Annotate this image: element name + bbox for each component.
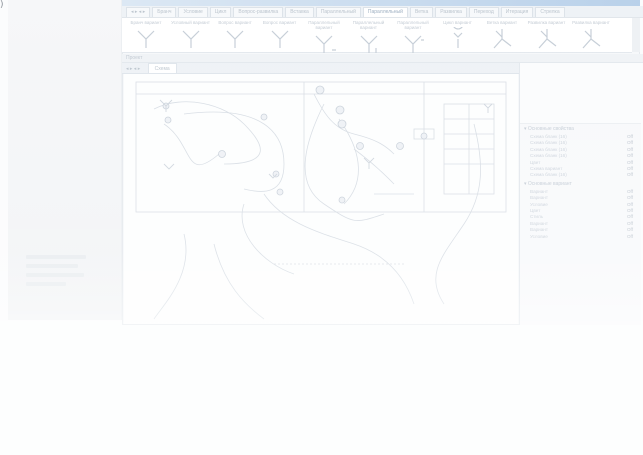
fork-icon xyxy=(226,30,244,48)
palette-item[interactable]: Параллельный вариант xyxy=(349,18,389,53)
branch-icon xyxy=(538,29,556,49)
fork-icon xyxy=(137,30,155,48)
loop-icon xyxy=(452,27,463,48)
palette-item[interactable]: Вопрос вариант xyxy=(260,18,300,52)
connector xyxy=(435,123,481,305)
left-note-placeholder xyxy=(26,250,96,291)
diagram-node xyxy=(260,113,268,121)
palette-item[interactable]: Бранч вариант xyxy=(126,18,166,52)
fork-4-icon xyxy=(404,35,424,53)
ribbon-tab[interactable]: Параллельный xyxy=(362,7,408,17)
palette-item[interactable]: Цикл вариант xyxy=(438,18,478,52)
diagram-node xyxy=(338,196,346,204)
nav-arrows-icon[interactable]: ◂ ▸ ◂ ▸ xyxy=(126,66,140,72)
palette-item[interactable]: Развилка вариант xyxy=(527,18,567,52)
palette-item-label: Параллельный вариант xyxy=(308,20,340,30)
palette-item-label: Параллельный вариант xyxy=(352,20,385,30)
palette-item[interactable]: Ветка вариант xyxy=(482,18,522,52)
ribbon-tab[interactable]: Стрелка xyxy=(535,7,565,17)
palette-item[interactable]: Параллельный вариант xyxy=(393,18,433,53)
palette-item-label: Бранч вариант xyxy=(130,20,162,25)
property-row[interactable]: Условие Off xyxy=(520,234,641,240)
ribbon-tab[interactable]: ◂ ▸ ◂ ▸ xyxy=(126,7,151,17)
connector xyxy=(183,111,285,192)
diagram-node xyxy=(420,132,428,140)
ribbon-tab[interactable]: Развилка xyxy=(435,7,467,17)
diagram-node xyxy=(335,105,345,115)
palette-item-label: Вопрос вариант xyxy=(218,20,252,25)
palette-item-label: Развилка вариант xyxy=(527,20,566,25)
ribbon-tab[interactable]: Вставка xyxy=(285,7,314,17)
properties-header xyxy=(520,63,641,124)
document-tab-bar: ◂ ▸ ◂ ▸ Схема xyxy=(122,63,522,74)
property-group-title[interactable]: ▾ Основные вариант xyxy=(520,179,641,189)
fork-2-icon xyxy=(315,35,336,53)
palette-item[interactable]: Развилка вариант xyxy=(571,18,611,52)
connector xyxy=(241,203,295,275)
shape-palette: Бранч вариант Условный вариант Вопрос вари… xyxy=(122,18,632,53)
palette-item-label: Вопрос вариант xyxy=(262,20,297,25)
property-value[interactable]: Off xyxy=(627,172,633,178)
diagram-node xyxy=(276,188,284,196)
connector xyxy=(353,148,395,185)
diagram-node xyxy=(218,150,226,158)
branch-icon xyxy=(493,29,512,49)
ribbon-tab-bar: ◂ ▸ ◂ ▸ Бранч Условие Цикл Вопрос-развилка Вс… xyxy=(122,6,643,18)
palette-item-label: Развилка вариант xyxy=(572,20,610,25)
connector xyxy=(163,123,220,166)
palette-item-label: Цикл вариант xyxy=(443,20,472,25)
branch-icon xyxy=(582,29,601,49)
ribbon-tab[interactable]: Цикл xyxy=(209,7,232,17)
tab-document[interactable]: Схема xyxy=(147,63,177,73)
property-group-title[interactable]: ▾ Основные свойства xyxy=(520,124,641,134)
diagram-node xyxy=(356,142,364,150)
left-pane xyxy=(8,0,122,320)
diagram-node xyxy=(272,170,280,178)
property-name: Условие xyxy=(530,233,548,239)
fork-icon xyxy=(483,103,493,113)
connector xyxy=(263,193,415,305)
diagram-node xyxy=(337,119,347,129)
connector xyxy=(153,233,187,320)
connector xyxy=(213,243,265,320)
section-label: Проект xyxy=(122,54,643,63)
palette-item[interactable]: Вопрос вариант xyxy=(215,18,255,52)
palette-item[interactable]: Параллельный вариант xyxy=(304,18,344,53)
fork-3-icon xyxy=(360,35,377,53)
palette-scrollbar[interactable] xyxy=(632,18,640,52)
connector xyxy=(313,93,395,155)
fork-icon xyxy=(163,163,175,170)
ribbon-tab[interactable]: Ветка xyxy=(409,7,434,17)
diagram-canvas[interactable] xyxy=(124,74,518,324)
palette-item[interactable]: Условный вариант xyxy=(171,18,211,52)
diagram-node xyxy=(396,142,404,150)
fork-icon xyxy=(182,30,199,48)
properties-panel: ▾ Основные свойства Схема бланк (16) Off С… xyxy=(519,63,641,325)
ribbon-tab[interactable]: Параллельный xyxy=(315,7,361,17)
fork-icon xyxy=(271,30,288,48)
property-name: Схема бланк (16) xyxy=(530,172,567,178)
ribbon-tab[interactable]: Переход xyxy=(468,7,499,17)
property-value[interactable]: Off xyxy=(627,234,633,240)
editor-window: ◂ ▸ ◂ ▸ Бранч Условие Цикл Вопрос-развилка Вс… xyxy=(122,0,643,325)
diagram-node xyxy=(315,85,325,95)
palette-item-label: Условный вариант xyxy=(171,20,210,25)
ribbon-tab[interactable]: Условие xyxy=(178,7,208,17)
connector xyxy=(153,101,261,165)
palette-item-label: Параллельный вариант xyxy=(397,20,429,30)
ribbon-tab[interactable]: Вопрос-развилка xyxy=(233,7,284,17)
diagram-node xyxy=(164,116,172,124)
ribbon-tab[interactable]: Бранч xyxy=(152,7,177,17)
diagram-svg xyxy=(135,81,507,320)
palette-item-label: Ветка вариант xyxy=(486,20,518,25)
ribbon-tab[interactable]: Итерация xyxy=(500,7,534,17)
connector xyxy=(338,118,359,205)
